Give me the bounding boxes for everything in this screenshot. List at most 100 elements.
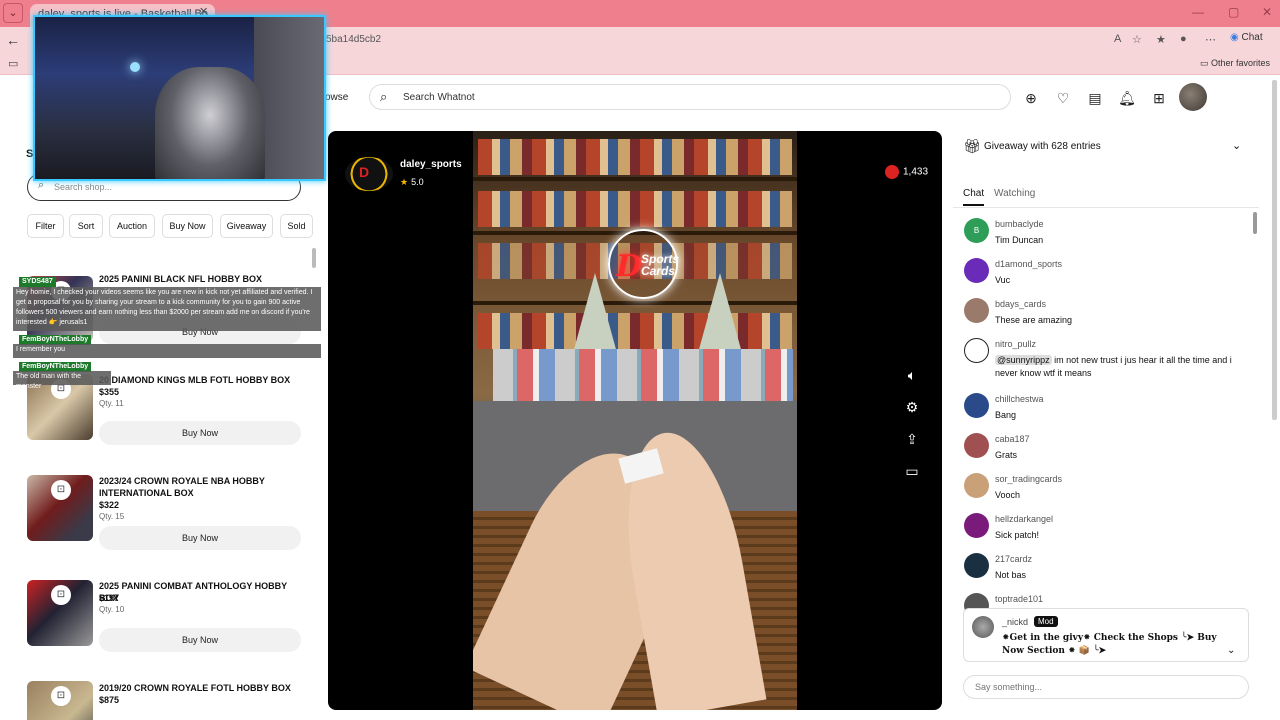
- giveaway-banner[interactable]: 🎁︎ Giveaway with 628 entries ⌄: [953, 131, 1259, 163]
- pinned-message[interactable]: _nickd Mod ⁕Get in the givy⁕ Check the S…: [963, 608, 1249, 662]
- item-title[interactable]: 2023/24 CROWN ROYALE NBA HOBBY INTERNATI…: [99, 475, 309, 499]
- chat-username[interactable]: chillchestwa: [995, 394, 1044, 404]
- pinned-text: ⁕Get in the givy⁕ Check the Shops ╰➤ Buy…: [1002, 633, 1217, 656]
- avatar[interactable]: [964, 338, 989, 363]
- sidebar-toggle-icon[interactable]: ▭: [8, 57, 18, 70]
- read-aloud-icon[interactable]: A: [1114, 33, 1121, 45]
- item-price: $322: [99, 500, 120, 510]
- messages-icon[interactable]: ▤: [1085, 88, 1105, 108]
- other-favorites-label: Other favorites: [1211, 58, 1271, 68]
- item-qty: Qty. 15: [99, 512, 125, 521]
- christmas-tree: [698, 273, 742, 353]
- item-title[interactable]: 20 DIAMOND KINGS MLB FOTL HOBBY BOX: [99, 374, 309, 386]
- chat-scrollbar[interactable]: [1253, 212, 1257, 234]
- volume-icon[interactable]: 🔈︎: [902, 365, 922, 385]
- tab-chat[interactable]: Chat: [963, 188, 985, 206]
- giveaway-chip[interactable]: Giveaway: [220, 214, 273, 238]
- heart-icon[interactable]: ♡: [1053, 88, 1073, 108]
- avatar[interactable]: [964, 433, 989, 458]
- chat-username[interactable]: sor_tradingcards: [995, 474, 1062, 484]
- settings-icon[interactable]: ⚙: [902, 397, 922, 417]
- maximize-icon[interactable]: ▢: [1228, 5, 1239, 19]
- item-title[interactable]: 2019/20 CROWN ROYALE FOTL HOBBY BOX: [99, 682, 309, 694]
- other-favorites[interactable]: ▭ Other favorites: [1200, 58, 1270, 69]
- avatar[interactable]: [964, 473, 989, 498]
- item-price: $355: [99, 387, 120, 397]
- item-title[interactable]: 2025 PANINI COMBAT ANTHOLOGY HOBBY BOX: [99, 580, 309, 604]
- favorites-icon[interactable]: ★: [1156, 33, 1166, 46]
- minimize-icon[interactable]: —: [1192, 5, 1204, 19]
- chat-username[interactable]: d1amond_sports: [995, 259, 1062, 269]
- add-icon[interactable]: ⊕: [1021, 88, 1041, 108]
- browse-link[interactable]: owse: [325, 92, 348, 103]
- shop-list-scrollbar[interactable]: [312, 248, 316, 268]
- shelf: [473, 301, 797, 305]
- notification-bell-icon[interactable]: 🔔︎: [1117, 88, 1137, 108]
- chevron-down-icon[interactable]: ⌄: [1232, 139, 1241, 152]
- item-price: $197: [99, 593, 120, 603]
- chat-message: Vuc: [995, 275, 1011, 285]
- chevron-down-icon[interactable]: ⌄: [1227, 645, 1235, 656]
- gift-icon: 🎁︎: [963, 138, 981, 154]
- bookmark-icon[interactable]: ⊡: [51, 480, 71, 500]
- webcam-streamer: [155, 67, 265, 179]
- filter-chip[interactable]: Filter: [27, 214, 64, 238]
- chat-username[interactable]: bumbaclyde: [995, 219, 1044, 229]
- chat-username[interactable]: caba187: [995, 434, 1030, 444]
- chat-username[interactable]: nitro_pullz: [995, 339, 1036, 349]
- profile-icon[interactable]: ●: [1180, 33, 1187, 45]
- avatar[interactable]: [1179, 83, 1207, 111]
- copilot-chat-button[interactable]: ◉ Chat: [1230, 32, 1263, 43]
- chat-message: Tim Duncan: [995, 235, 1044, 245]
- avatar[interactable]: B: [964, 218, 989, 243]
- search-input[interactable]: Search Whatnot: [403, 92, 475, 103]
- mention[interactable]: @sunnyrippz: [995, 355, 1052, 365]
- chat-username[interactable]: 217cardz: [995, 554, 1032, 564]
- copilot-chat-label: Chat: [1241, 32, 1263, 43]
- gift-icon[interactable]: ⊞: [1149, 88, 1169, 108]
- close-window-icon[interactable]: ✕: [1262, 5, 1272, 19]
- sold-chip[interactable]: Sold: [280, 214, 313, 238]
- more-icon[interactable]: ⋯: [1205, 33, 1216, 46]
- search-bar[interactable]: ⌕ Search Whatnot: [369, 84, 1011, 110]
- buy-now-button[interactable]: Buy Now: [99, 526, 301, 550]
- page-scrollbar[interactable]: [1272, 80, 1277, 420]
- back-icon[interactable]: ←: [6, 32, 20, 48]
- avatar[interactable]: [964, 553, 989, 578]
- video-player[interactable]: D Sports Cards D daley_sports ★ 5.0 1,433 …: [328, 131, 942, 710]
- avatar[interactable]: [964, 258, 989, 283]
- share-icon[interactable]: ⇪: [902, 429, 922, 449]
- chat-username[interactable]: hellzdarkangel: [995, 514, 1053, 524]
- avatar[interactable]: [964, 298, 989, 323]
- item-price: $875: [99, 695, 120, 705]
- avatar[interactable]: [964, 393, 989, 418]
- item-title[interactable]: 2025 PANINI BLACK NFL HOBBY BOX: [99, 273, 309, 285]
- favorite-star-icon[interactable]: ☆: [1132, 33, 1142, 46]
- chat-username[interactable]: toptrade101: [995, 594, 1043, 604]
- shop-search-placeholder: Search shop...: [54, 182, 113, 192]
- chat-message: Vooch: [995, 490, 1021, 500]
- buy-now-chip[interactable]: Buy Now: [162, 214, 213, 238]
- bookmark-icon[interactable]: ⊡: [51, 686, 71, 706]
- avatar[interactable]: [972, 616, 994, 638]
- auction-chip[interactable]: Auction: [109, 214, 155, 238]
- streamer-logo[interactable]: D: [345, 157, 393, 191]
- tab-actions-icon[interactable]: ⌄: [3, 3, 23, 23]
- bookmark-icon[interactable]: ⊡: [51, 585, 71, 605]
- streamer-logo-letter: D: [359, 164, 370, 180]
- chat-message: Sick patch!: [995, 530, 1040, 540]
- card-icon[interactable]: ▭: [902, 461, 922, 481]
- pinned-username[interactable]: _nickd: [1002, 617, 1028, 627]
- giveaway-text: Giveaway with 628 entries: [984, 141, 1101, 152]
- avatar[interactable]: [964, 513, 989, 538]
- url-field[interactable]: 5ba14d5cb2: [326, 34, 381, 45]
- streamer-name[interactable]: daley_sports: [400, 159, 462, 170]
- tab-watching[interactable]: Watching: [994, 188, 1035, 199]
- overlay-chat-message: Hey homie, I checked your videos seems l…: [13, 287, 321, 331]
- chat-input[interactable]: [963, 675, 1249, 699]
- sort-chip[interactable]: Sort: [69, 214, 103, 238]
- buy-now-button[interactable]: Buy Now: [99, 628, 301, 652]
- chat-username[interactable]: bdays_cards: [995, 299, 1046, 309]
- buy-now-button[interactable]: Buy Now: [99, 421, 301, 445]
- chat-message: Bang: [995, 410, 1017, 420]
